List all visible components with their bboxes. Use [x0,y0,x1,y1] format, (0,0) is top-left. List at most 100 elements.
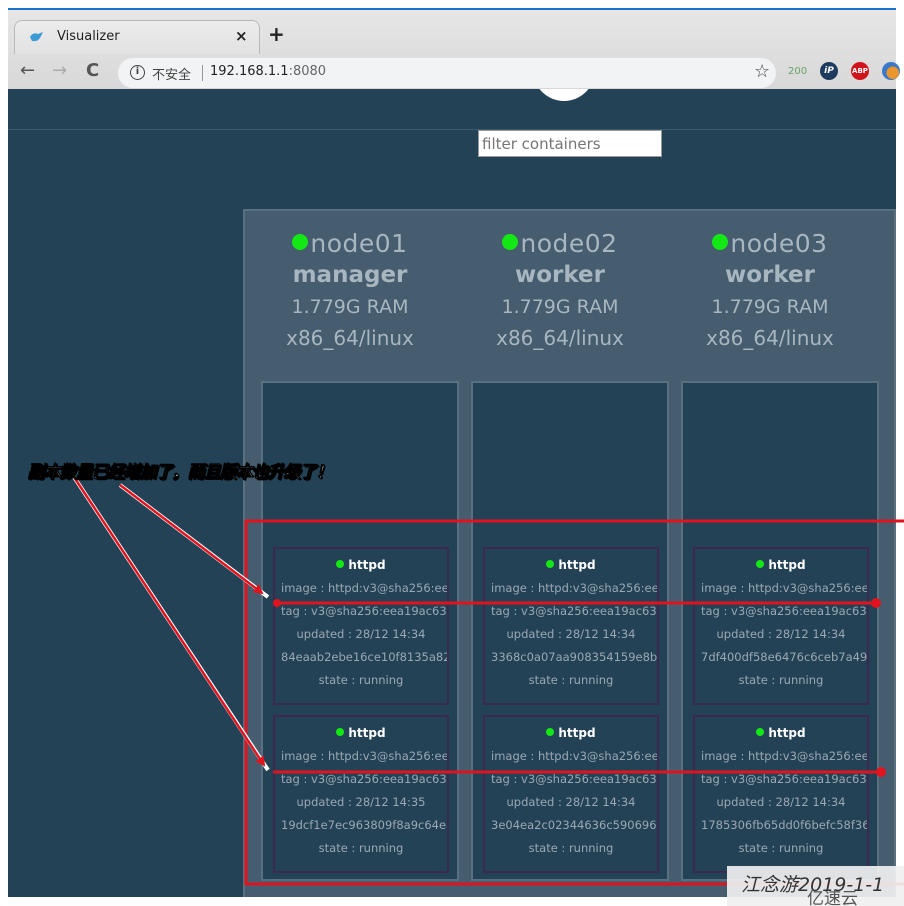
container-updated: updated : 28/12 14:35 [296,795,426,809]
info-icon[interactable]: i [130,65,145,80]
container-id: 1785306fb65dd0f6befc58f363 [701,818,867,832]
node-os: x86_64/linux [706,326,834,350]
container-card[interactable]: httpd image : httpd:v3@sha256:eea1 tag : v… [693,715,869,873]
container-card[interactable]: httpd image : httpd:v3@sha256:eea1 tag : v… [273,715,449,873]
container-card[interactable]: httpd image : httpd:v3@sha256:eea1 tag : v… [693,547,869,705]
node-column-node01: node01 manager 1.779G RAM x86_64/linux httpd… [245,211,459,881]
node-ram: 1.779G RAM [501,296,619,318]
container-updated: updated : 28/12 14:34 [296,627,426,641]
container-name-text: httpd [348,726,386,740]
node-column-node03: node03 worker 1.779G RAM x86_64/linuxhttpd i… [665,211,879,881]
container-name: httpd [695,558,867,572]
container-state: state : running [528,673,614,687]
container-state: state : running [738,841,824,855]
forward-arrow-icon[interactable]: → [52,60,67,81]
container-status-dot [336,728,345,736]
tab-title: Visualizer [57,29,120,44]
container-updated: updated : 28/12 14:34 [716,795,846,809]
container-name-text: httpd [558,726,596,740]
bookmark-star-icon[interactable]: ☆ [754,61,770,82]
node-name: node02 [455,229,665,258]
container-id: 7df400df58e6476c6ceb7a49d3 [701,650,867,664]
browser-chrome: Visualizer × + ← → C i 不安全 192.168.1.1:8… [8,8,900,91]
container-image: image : httpd:v3@sha256:eea1 [491,749,657,763]
container-name-text: httpd [768,726,806,740]
node-column-node02: node02 worker 1.779G RAM x86_64/linux httpd i… [455,211,669,881]
browser-toolbar: ← → C i 不安全 192.168.1.1:8080 ☆ 200 iP AB… [8,56,900,91]
ip-extension-icon[interactable]: iP [820,62,838,80]
container-id: 84eaab2ebe16ce10f8135a824 [281,650,447,664]
node-container-area: httpd image : httpd:v3@sha256:eea1 tag : v… [471,381,669,881]
container-state: state : running [318,673,404,687]
container-name: httpd [695,726,867,740]
address-bar[interactable]: i 不安全 192.168.1.1:8080 ☆ [118,58,776,88]
node-role: worker [724,262,815,288]
node-name-text: node03 [730,229,828,258]
container-status-dot [546,560,555,568]
container-image: image : httpd:v3@sha256:eea1 [701,581,867,595]
docker-whale-icon [30,32,43,42]
container-updated: updated : 28/12 14:34 [506,795,636,809]
tab-close-icon[interactable]: × [235,27,248,45]
browser-tab[interactable]: Visualizer × [14,20,260,54]
container-card[interactable]: httpd image : httpd:v3@sha256:eea1 tag : v… [273,547,449,705]
container-name-text: httpd [768,558,806,572]
container-updated: updated : 28/12 14:34 [506,627,636,641]
node-status-dot [712,234,729,250]
profile-avatar-icon[interactable] [882,62,900,80]
container-status-dot [546,728,555,736]
container-tag: tag : v3@sha256:eea19ac634a [491,604,657,618]
url-text[interactable]: 192.168.1.1:8080 [210,64,326,79]
container-tag: tag : v3@sha256:eea19ac634a [491,772,657,786]
header-divider [8,129,896,130]
container-tag: tag : v3@sha256:eea19ac634a [281,772,447,786]
docker-logo [533,89,595,101]
node-role: manager [292,262,408,288]
adblock-plus-icon[interactable]: ABP [851,62,869,80]
new-tab-button[interactable]: + [268,24,285,44]
watermark-brand: 亿速云 [807,889,858,906]
container-image: image : httpd:v3@sha256:eea1 [701,749,867,763]
node-status-dot [292,234,309,250]
node-name-text: node02 [520,229,618,258]
container-name-text: httpd [348,558,386,572]
annotation-text: 副本数量已经增加了，而且版本也升级了！ [28,463,334,484]
container-tag: tag : v3@sha256:eea19ac634a [701,604,867,618]
container-id: 3368c0a07aa908354159e8b71 [491,650,657,664]
node-os: x86_64/linux [496,326,624,350]
container-image: image : httpd:v3@sha256:eea1 [491,581,657,595]
cluster-panel: node01 manager 1.779G RAM x86_64/linuxhttpd… [243,209,896,897]
reload-icon[interactable]: C [86,60,99,81]
container-card[interactable]: httpd image : httpd:v3@sha256:eea1 tag : v… [483,547,659,705]
node-ram: 1.779G RAM [711,296,829,318]
container-id: 19dcf1e7ec963809f8a9c64ead [281,818,447,832]
visualizer-page: node01 manager 1.779G RAM x86_64/linuxhttpd… [8,89,896,897]
address-separator [202,65,203,81]
filter-containers-input[interactable] [478,130,662,157]
container-state: state : running [528,841,614,855]
container-card[interactable]: httpd image : httpd:v3@sha256:eea1 tag : v… [483,715,659,873]
url-host: 192.168.1.1 [210,64,289,79]
container-id: 3e04ea2c02344636c5906965a [491,818,657,832]
url-port: :8080 [288,64,327,79]
security-label[interactable]: 不安全 [152,64,191,83]
extension-counter[interactable]: 200 [788,66,807,77]
container-status-dot [756,560,765,568]
container-state: state : running [738,673,824,687]
screenshot-root: Visualizer × + ← → C i 不安全 192.168.1.1:8… [0,0,904,906]
node-container-area: httpd image : httpd:v3@sha256:eea1 tag : v… [681,381,879,881]
node-name: node01 [245,229,455,258]
back-arrow-icon[interactable]: ← [20,60,35,81]
node-status-dot [502,234,519,250]
node-container-area: httpd image : httpd:v3@sha256:eea1 tag : v… [261,381,459,881]
container-image: image : httpd:v3@sha256:eea1 [281,749,447,763]
node-name-text: node01 [310,229,408,258]
container-status-dot [756,728,765,736]
container-name-text: httpd [558,558,596,572]
container-tag: tag : v3@sha256:eea19ac634a [281,604,447,618]
container-name: httpd [485,726,657,740]
node-os: x86_64/linux [286,326,414,350]
container-name: httpd [485,558,657,572]
watermark: 江念游2019-1-1 亿速云 [727,866,904,906]
container-updated: updated : 28/12 14:34 [716,627,846,641]
